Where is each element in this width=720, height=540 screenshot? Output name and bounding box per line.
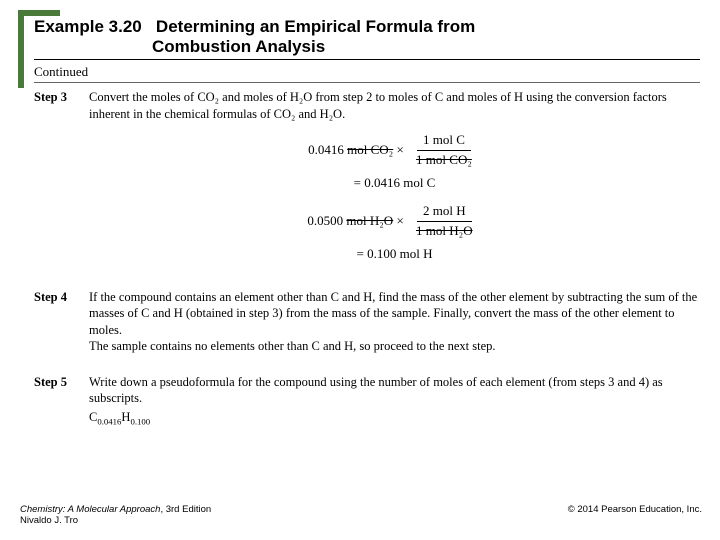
divider	[34, 82, 700, 83]
step-5-body: Write down a pseudoformula for the compo…	[89, 374, 700, 425]
slide-content: Example 3.20 Determining an Empirical Fo…	[34, 16, 700, 445]
step-5-label: Step 5	[34, 374, 89, 425]
eq2-lhs-unit: mol H₂O	[346, 213, 393, 230]
eq1-fraction: 1 mol C 1 mol CO₂	[410, 132, 478, 169]
footer: Chemistry: A Molecular Approach, 3rd Edi…	[20, 504, 702, 526]
step-4-body: If the compound contains an element othe…	[89, 289, 700, 354]
eq1-lhs-unit: mol CO₂	[347, 142, 393, 159]
example-number: Example 3.20	[34, 17, 142, 36]
book-edition: , 3rd Edition	[160, 504, 211, 515]
title-row: Example 3.20 Determining an Empirical Fo…	[34, 16, 700, 37]
eq1-lhs-val: 0.0416	[308, 142, 344, 159]
step-4-text2: The sample contains no elements other th…	[89, 339, 496, 353]
formula-h-sub: 0.100	[130, 416, 150, 426]
step-4-text: If the compound contains an element othe…	[89, 290, 697, 337]
title-line-2: Combustion Analysis	[34, 37, 700, 60]
step-5-text: Write down a pseudoformula for the compo…	[89, 375, 663, 405]
footer-left: Chemistry: A Molecular Approach, 3rd Edi…	[20, 504, 211, 526]
continued-label: Continued	[34, 64, 700, 80]
eq1-den: 1 mol CO₂	[410, 151, 478, 169]
step-4-label: Step 4	[34, 289, 89, 354]
book-author: Nivaldo J. Tro	[20, 515, 211, 526]
step-5-row: Step 5 Write down a pseudoformula for th…	[34, 374, 700, 425]
eq2: 0.0500 mol H₂O × 2 mol H 1 mol H₂O	[89, 203, 700, 240]
steps-table: Step 3 Convert the moles of CO₂ and mole…	[34, 89, 700, 425]
step-3-row: Step 3 Convert the moles of CO₂ and mole…	[34, 89, 700, 269]
eq2-lhs-val: 0.0500	[307, 213, 343, 230]
accent-vertical-bar	[18, 10, 24, 88]
eq2-result: = 0.100 mol H	[89, 246, 700, 263]
eq2-num: 2 mol H	[417, 203, 472, 222]
eq1-result: = 0.0416 mol C	[89, 175, 700, 192]
book-title: Chemistry: A Molecular Approach	[20, 504, 160, 515]
step-3-text: Convert the moles of CO₂ and moles of H₂…	[89, 90, 667, 120]
pseudoformula: C0.0416H0.100	[89, 409, 700, 425]
eq2-den: 1 mol H₂O	[410, 222, 479, 240]
step-3-body: Convert the moles of CO₂ and moles of H₂…	[89, 89, 700, 269]
formula-c-sub: 0.0416	[97, 416, 121, 426]
eq1-num: 1 mol C	[417, 132, 471, 151]
step-4-row: Step 4 If the compound contains an eleme…	[34, 289, 700, 354]
step-3-equations: 0.0416 mol CO₂ × 1 mol C 1 mol CO₂ = 0.0…	[89, 132, 700, 263]
footer-right: © 2014 Pearson Education, Inc.	[568, 504, 702, 526]
eq1: 0.0416 mol CO₂ × 1 mol C 1 mol CO₂	[89, 132, 700, 169]
eq2-fraction: 2 mol H 1 mol H₂O	[410, 203, 479, 240]
title-line-1: Determining an Empirical Formula from	[156, 17, 475, 36]
step-3-label: Step 3	[34, 89, 89, 269]
